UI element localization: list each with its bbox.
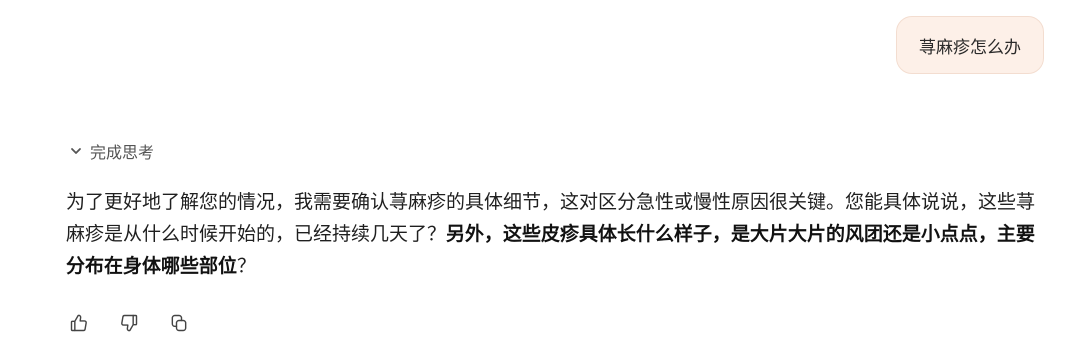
answer-text-end: ？ bbox=[237, 255, 257, 277]
chevron-down-icon bbox=[71, 148, 81, 154]
message-actions bbox=[68, 312, 190, 334]
dislike-button[interactable] bbox=[118, 312, 140, 334]
thinking-toggle[interactable]: 完成思考 bbox=[68, 139, 154, 163]
like-button[interactable] bbox=[68, 312, 90, 334]
copy-button[interactable] bbox=[168, 312, 190, 334]
thumbs-down-icon bbox=[121, 314, 138, 332]
user-message-text: 荨麻疹怎么办 bbox=[919, 37, 1021, 58]
thinking-label: 完成思考 bbox=[90, 143, 155, 162]
thumbs-up-icon bbox=[70, 314, 87, 332]
copy-icon bbox=[171, 314, 187, 332]
user-message-bubble: 荨麻疹怎么办 bbox=[896, 16, 1044, 74]
assistant-answer: 为了更好地了解您的情况，我需要确认荨麻疹的具体细节，这对区分急性或慢性原因很关键… bbox=[66, 186, 1042, 282]
